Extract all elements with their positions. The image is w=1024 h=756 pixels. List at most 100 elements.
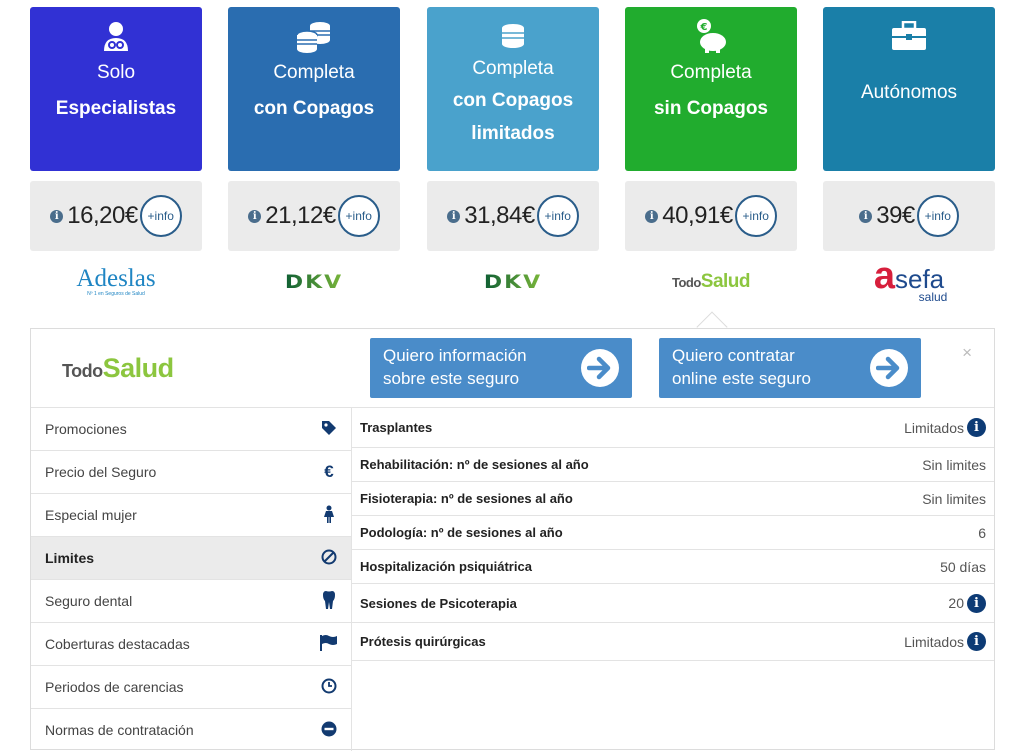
ban-icon <box>319 549 339 568</box>
plan-line1: Solo <box>96 62 136 83</box>
plan-card-copagos-limitados[interactable]: Completa con Copagos limitados <box>427 7 599 171</box>
limit-name: Prótesis quirúrgicas <box>360 634 486 649</box>
limit-value: 50 días <box>940 558 986 575</box>
limit-value: Sin limites <box>922 490 986 507</box>
menu-label: Coberturas destacadas <box>45 636 190 652</box>
plan-line1: Completa <box>670 62 752 83</box>
tooth-icon <box>319 590 339 612</box>
limit-name: Rehabilitación: nº de sesiones al año <box>360 457 589 472</box>
menu-label: Normas de contratación <box>45 722 194 738</box>
insurer-logos: Adeslas Nº 1 en Seguros de Salud DKV DKV… <box>30 257 995 305</box>
tag-icon <box>319 420 339 439</box>
limit-row: Podología: nº de sesiones al año 6 <box>352 515 994 549</box>
price-value: 21,12€ <box>265 202 336 229</box>
info-icon[interactable]: i <box>447 209 461 223</box>
menu-item-dental[interactable]: Seguro dental <box>31 579 351 622</box>
plan-line1: Completa <box>472 58 554 79</box>
more-info-button[interactable]: +info <box>916 195 959 237</box>
detail-menu: Promociones Precio del Seguro € Especial… <box>31 407 352 751</box>
more-info-button[interactable]: +info <box>734 195 777 237</box>
adeslas-tagline: Nº 1 en Seguros de Salud <box>87 291 145 297</box>
euro-icon: € <box>324 462 334 481</box>
asefa-logo[interactable]: a sefa salud <box>823 257 995 305</box>
menu-item-promociones[interactable]: Promociones <box>31 407 351 450</box>
limit-row: Sesiones de Psicoterapia 20 i <box>352 583 994 622</box>
limit-row: Rehabilitación: nº de sesiones al año Si… <box>352 447 994 481</box>
info-icon[interactable]: i <box>859 209 873 223</box>
limit-value: 6 <box>978 524 986 541</box>
more-info-button[interactable]: +info <box>337 195 380 237</box>
price-box: i 21,12€ +info <box>228 181 400 251</box>
plan-cards: Solo Especialistas Completa con Copagos … <box>30 7 995 171</box>
plan-card-sin-copagos[interactable]: € Completa sin Copagos <box>625 7 797 171</box>
dkv-name: DKV <box>284 271 344 293</box>
buy-online-button[interactable]: Quiero contratar online este seguro <box>659 338 921 398</box>
menu-item-limites[interactable]: Limites <box>31 536 351 579</box>
price-value: 16,20€ <box>67 202 138 229</box>
limit-name: Trasplantes <box>360 420 433 435</box>
limit-name: Podología: nº de sesiones al año <box>360 525 563 540</box>
request-info-button[interactable]: Quiero información sobre este seguro <box>370 338 632 398</box>
close-icon[interactable]: × <box>962 343 972 363</box>
woman-icon <box>319 505 339 526</box>
info-icon[interactable]: i <box>967 632 986 651</box>
limit-row: Trasplantes Limitados i <box>352 407 994 447</box>
limit-row: Fisioterapia: nº de sesiones al año Sin … <box>352 481 994 515</box>
plan-card-copagos[interactable]: Completa con Copagos <box>228 7 400 171</box>
clock-icon <box>319 678 339 697</box>
info-icon[interactable]: i <box>50 209 64 223</box>
svg-text:€: € <box>700 22 708 33</box>
menu-item-carencias[interactable]: Periodos de carencias <box>31 665 351 708</box>
info-icon[interactable]: i <box>248 209 262 223</box>
menu-label: Limites <box>45 550 95 566</box>
limit-value: Limitados i <box>904 418 986 437</box>
menu-label: Periodos de carencias <box>45 679 184 695</box>
info-icon[interactable]: i <box>645 209 659 223</box>
limit-value: 20 i <box>948 593 986 613</box>
price-value: 31,84€ <box>464 202 535 229</box>
menu-label: Promociones <box>45 421 127 437</box>
dkv-logo[interactable]: DKV <box>228 259 400 305</box>
dkv-name: DKV <box>483 271 543 293</box>
limit-value: Limitados i <box>904 632 986 651</box>
menu-label: Seguro dental <box>45 593 133 609</box>
info-icon[interactable]: i <box>967 593 986 613</box>
arrow-right-icon <box>870 349 908 387</box>
plan-line2: Especialistas <box>55 98 177 119</box>
adeslas-logo[interactable]: Adeslas Nº 1 en Seguros de Salud <box>30 259 202 305</box>
dkv-logo[interactable]: DKV <box>427 259 599 305</box>
adeslas-name: Adeslas <box>76 265 156 292</box>
menu-label: Especial mujer <box>45 507 137 523</box>
asefa-subtitle: salud <box>918 289 948 304</box>
menu-item-normas[interactable]: Normas de contratación <box>31 708 351 751</box>
doctor-icon <box>101 18 131 54</box>
limit-name: Fisioterapia: nº de sesiones al año <box>360 491 573 506</box>
limit-name: Hospitalización psiquiátrica <box>360 559 532 574</box>
todosalud-name: TodoSalud <box>671 271 751 292</box>
flag-icon <box>319 634 339 654</box>
plan-card-especialistas[interactable]: Solo Especialistas <box>30 7 202 171</box>
todosalud-logo[interactable]: TodoSalud <box>625 259 797 305</box>
price-box: i 40,91€ +info <box>625 181 797 251</box>
price-value: 39€ <box>876 202 915 229</box>
plan-line1: Autónomos <box>860 82 958 103</box>
limit-name: Sesiones de Psicoterapia <box>360 595 517 611</box>
info-icon[interactable]: i <box>967 418 986 437</box>
menu-item-especial-mujer[interactable]: Especial mujer <box>31 493 351 536</box>
briefcase-icon <box>891 18 927 54</box>
limit-value: Sin limites <box>922 456 986 473</box>
menu-item-precio[interactable]: Precio del Seguro € <box>31 450 351 493</box>
menu-item-coberturas[interactable]: Coberturas destacadas <box>31 622 351 665</box>
panel-insurer-logo: TodoSalud <box>62 353 174 383</box>
plan-card-autonomos[interactable]: Autónomos <box>823 7 995 171</box>
piggy-bank-icon: € <box>694 18 728 54</box>
more-info-button[interactable]: +info <box>139 195 182 237</box>
detail-panel: TodoSalud Quiero información sobre este … <box>30 328 995 751</box>
plan-line2: con Copagos <box>253 98 375 119</box>
arrow-right-icon <box>581 349 619 387</box>
limits-table: Trasplantes Limitados i Rehabilitación: n… <box>352 407 994 661</box>
plan-line2: con Copagos limitados <box>452 90 574 144</box>
more-info-button[interactable]: +info <box>536 195 579 237</box>
price-box: i 39€ +info <box>823 181 995 251</box>
price-box: i 31,84€ +info <box>427 181 599 251</box>
